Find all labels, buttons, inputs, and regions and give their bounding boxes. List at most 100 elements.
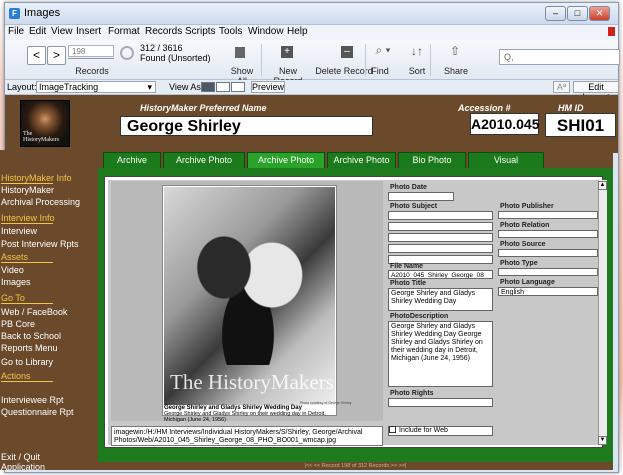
sort-icon: ↓↑ [411, 44, 423, 58]
sidebar-item-archival-processing[interactable]: Archival Processing [0, 197, 98, 207]
photo-language-field[interactable]: English [498, 287, 598, 296]
exit-application-label[interactable]: Application [0, 462, 98, 472]
file-name-field[interactable]: A2010_045_Shirley_George_08 [388, 270, 493, 279]
photo-type-field[interactable] [498, 268, 598, 276]
photo-subject-field-3[interactable] [388, 233, 493, 242]
share-icon: ⇧ [449, 44, 461, 58]
chevron-down-icon: ▾ [147, 82, 152, 92]
photo-subject-field-1[interactable] [388, 211, 493, 220]
photo-title-label: Photo Title [390, 280, 427, 287]
menu-window[interactable]: Window [248, 26, 284, 37]
found-status: Found (Unsorted) [140, 53, 211, 63]
photo-relation-field[interactable] [498, 230, 598, 238]
record-navigation-bar[interactable]: |<< << Record 198 of 312 Records >> >>| [98, 462, 613, 470]
sidebar-item-video[interactable]: Video [0, 265, 98, 275]
accession-label: Accession # [458, 103, 511, 113]
menu-edit[interactable]: Edit [29, 26, 46, 37]
photo-watermark: The HistoryMakers [170, 370, 334, 394]
sidebar-item-pb-core[interactable]: PB Core [0, 319, 98, 329]
sidebar-item-questionnaire-rpt[interactable]: Questionnaire Rpt [0, 407, 98, 417]
find-button[interactable]: Find [369, 66, 391, 76]
sidebar-item-historymaker[interactable]: HistoryMaker [0, 185, 98, 195]
scrollbar[interactable] [598, 180, 607, 445]
menu-help[interactable]: Help [287, 26, 308, 37]
photo-date-field[interactable] [388, 192, 454, 201]
tab-archive-photos[interactable]: Archive Photos [103, 152, 161, 180]
share-button[interactable]: Share [444, 66, 468, 76]
tab-strip: Archive Photos Archive Photo Images Arch… [98, 150, 613, 180]
next-record-button[interactable]: > [47, 46, 66, 65]
scroll-down-icon[interactable]: ▼ [598, 436, 607, 445]
tab-visual-impressions[interactable]: Visual Impressions [468, 152, 544, 180]
record-number-input[interactable]: 198 [68, 45, 114, 57]
accession-field[interactable]: A2010.045 [470, 113, 540, 135]
delete-record-icon: – [341, 46, 353, 58]
menu-format[interactable]: Format [108, 26, 140, 37]
photo-description-label: PhotoDescription [390, 313, 449, 320]
photo-publisher-field[interactable] [498, 211, 598, 219]
show-all-icon [235, 47, 245, 58]
menu-tools[interactable]: Tools [219, 26, 242, 37]
layout-dropdown[interactable]: ImageTracking ▾ [36, 81, 156, 93]
preview-button[interactable]: Preview [251, 81, 285, 93]
sidebar-item-interview[interactable]: Interview [0, 226, 98, 236]
sidebar-item-back-to-school[interactable]: Back to School [0, 331, 98, 341]
photo-publisher-label: Photo Publisher [500, 203, 554, 210]
form-view-button[interactable] [201, 82, 215, 92]
photo-source-label: Photo Source [500, 241, 546, 248]
sort-button[interactable]: Sort [408, 66, 426, 76]
record-slider[interactable] [68, 58, 114, 62]
sidebar-item-images[interactable]: Images [0, 277, 98, 287]
scroll-up-icon[interactable]: ▲ [598, 181, 607, 190]
photo-source-field[interactable] [498, 249, 598, 257]
text-format-button[interactable]: Aª [553, 81, 570, 93]
photo-subject-field-4[interactable] [388, 244, 493, 253]
edit-layout-button[interactable]: Edit Layout [573, 81, 619, 102]
found-count: 312 / 3616 [140, 43, 183, 53]
sidebar-heading-actions: Actions [1, 371, 31, 381]
app-icon: F [9, 8, 20, 19]
table-view-button[interactable] [231, 82, 245, 92]
photo-type-label: Photo Type [500, 260, 538, 267]
title-bar: F Images – □ ✕ [5, 3, 618, 25]
menu-file[interactable]: File [8, 26, 24, 37]
maximize-button[interactable]: □ [567, 6, 588, 21]
hmid-field[interactable]: SHI01 [545, 113, 616, 137]
include-web-checkbox[interactable] [389, 426, 396, 433]
photo-subjects [188, 215, 308, 365]
tab-archive-photo-images[interactable]: Archive Photo Images [163, 152, 245, 180]
tab-archive-photo-only[interactable]: Archive Photo Only [327, 152, 396, 180]
photo-description-field[interactable]: George Shirley and Gladys Shirley Weddin… [388, 321, 493, 387]
close-button[interactable]: ✕ [589, 6, 610, 21]
image-path-field[interactable]: imagewin:/H:/HM Interviews/Individual Hi… [111, 426, 383, 446]
preferred-name-field[interactable]: George Shirley [120, 116, 373, 136]
exit-quit-button[interactable]: Exit / Quit [0, 452, 98, 462]
search-input[interactable]: Q, [499, 49, 620, 65]
sidebar-item-reports-menu[interactable]: Reports Menu [0, 343, 98, 353]
sidebar-heading-interview-info: Interview Info [1, 213, 55, 223]
layout-value: ImageTracking [39, 82, 99, 92]
minimize-button[interactable]: – [545, 6, 566, 21]
window-title: Images [24, 7, 61, 19]
sidebar-item-web-facebook[interactable]: Web / FaceBook [0, 307, 98, 317]
sidebar-item-post-interview-rpts[interactable]: Post Interview Rpts [0, 239, 98, 249]
divider [430, 44, 431, 76]
sidebar-item-go-to-library[interactable]: Go to Library [0, 357, 98, 367]
tab-archive-photo-large[interactable]: Archive Photo Large [247, 152, 325, 180]
sidebar-heading-historymaker-info: HistoryMaker Info [1, 173, 72, 183]
menu-scripts[interactable]: Scripts [185, 26, 216, 37]
menu-insert[interactable]: Insert [76, 26, 101, 37]
photo-language-label: Photo Language [500, 279, 555, 286]
sidebar: HistoryMaker Info HistoryMaker Archival … [0, 150, 98, 472]
photo-subject-field-2[interactable] [388, 222, 493, 231]
portrait-image: The HistoryMakers [20, 100, 70, 147]
menu-view[interactable]: View [51, 26, 73, 37]
sidebar-item-interviewee-rpt[interactable]: Interviewee Rpt [0, 395, 98, 405]
photo-subject-label: Photo Subject [390, 203, 438, 210]
photo-rights-field[interactable] [388, 398, 493, 407]
tab-bio-photo-images[interactable]: Bio Photo Images [398, 152, 466, 180]
list-view-button[interactable] [216, 82, 230, 92]
previous-record-button[interactable]: < [27, 46, 46, 65]
menu-records[interactable]: Records [145, 26, 182, 37]
photo-title-field[interactable]: George Shirley and Gladys Shirley Weddin… [388, 288, 493, 311]
